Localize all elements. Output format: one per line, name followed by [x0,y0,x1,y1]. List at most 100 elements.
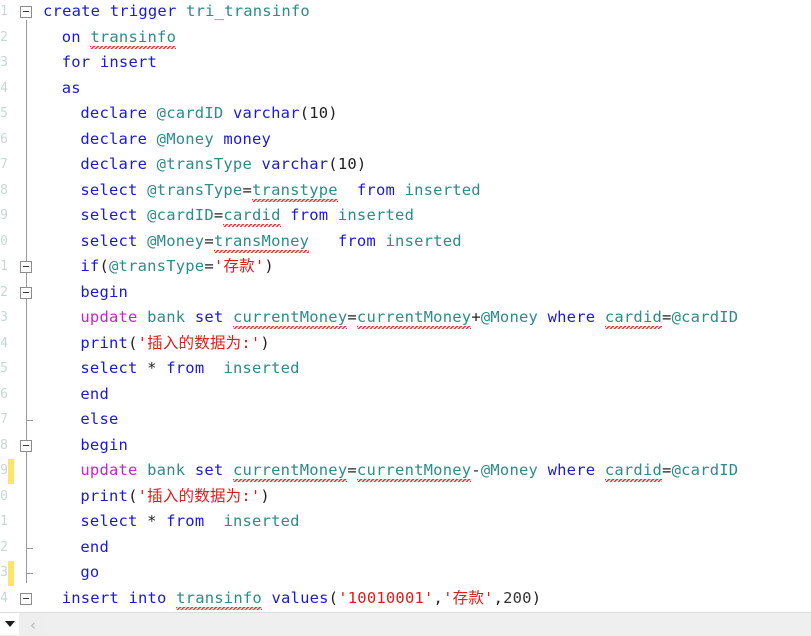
line-number: 21 [0,514,8,529]
code-token-unresolved: currentMoney [232,308,348,329]
line-number: 24 [0,590,8,606]
code-token: ) [531,588,542,607]
scroll-down-button[interactable] [0,613,19,635]
code-text-surface[interactable]: create trigger tri_transinfo on transinfo… [43,0,811,613]
code-token-unresolved: currentMoney [356,308,472,329]
code-line[interactable]: if(@transType='存款') [80,254,274,280]
code-token-unresolved: cardid [604,461,663,482]
code-token: ) [260,486,270,505]
code-line[interactable]: select @cardID=cardid from inserted [80,203,414,229]
code-line[interactable]: declare @Money money [80,127,271,153]
code-line[interactable]: go [80,560,99,586]
line-number: 13 [0,310,8,325]
code-token: @cardID [156,104,224,122]
code-line[interactable]: select @Money=transMoney from inserted [80,229,462,255]
code-token: '存款' [443,588,494,607]
line-number: 5 [0,106,8,121]
triangle-down-icon [4,621,15,627]
code-token: where [547,308,596,326]
code-token: = [242,180,253,199]
code-token: from [356,180,396,199]
fold-collapse-box[interactable] [20,286,32,299]
code-token: + [471,308,481,326]
code-token: inserted [385,231,462,250]
line-number: 14 [0,335,8,351]
code-token: '插入的数据为:' [137,333,261,352]
fold-collapse-box[interactable] [20,6,32,18]
line-number: 9 [0,208,8,223]
code-token: from [290,206,329,224]
code-line[interactable]: for insert [62,50,157,76]
fold-collapse-box[interactable] [20,592,32,605]
code-token: into [128,588,167,607]
code-line[interactable]: select * from inserted [80,509,299,535]
code-line[interactable]: select @transType=transtype from inserte… [80,178,481,204]
code-line[interactable]: print('插入的数据为:') [80,331,270,357]
code-line[interactable]: print('插入的数据为:') [80,484,270,510]
unsaved-change-marker [8,459,14,484]
code-token: select [80,512,138,530]
code-token: from [337,231,376,250]
code-token: * [147,512,157,530]
code-token: select [80,180,138,199]
code-token: update [80,308,138,326]
code-token: = [662,308,672,326]
code-token: if [80,257,100,275]
code-token: begin [80,282,129,301]
code-line[interactable]: update bank set currentMoney=currentMone… [80,458,738,484]
code-line[interactable]: end [80,535,109,561]
code-line[interactable]: end [80,382,109,408]
code-token: inserted [223,512,300,530]
code-folding-gutter[interactable] [15,0,43,613]
code-token-unresolved: transMoney [213,231,310,253]
code-line[interactable]: declare @transType varchar(10) [80,152,366,178]
code-line[interactable]: begin [80,280,128,306]
code-token-unresolved: transtype [252,180,338,202]
code-token: as [61,78,81,97]
code-token: = [204,257,214,275]
code-token: where [547,461,596,479]
code-line[interactable]: insert into transinfo values('10010001',… [62,586,542,612]
fold-collapse-box[interactable] [20,439,32,452]
code-token: from [166,359,205,377]
fold-end-tick [26,420,33,421]
code-token: = [347,308,357,326]
chevron-left-icon: ‹ [30,615,36,634]
code-line[interactable]: else [80,407,118,433]
line-number: 7 [0,157,8,172]
line-number: 16 [0,386,8,402]
code-token: select [80,231,138,250]
code-token: @transType [109,257,205,275]
code-line[interactable]: begin [80,433,128,459]
code-line[interactable]: create trigger tri_transinfo [43,0,310,25]
code-token: else [80,410,119,428]
code-token: inserted [223,359,300,377]
code-token-unresolved: currentMoney [232,461,348,482]
code-line[interactable]: update bank set currentMoney=currentMone… [80,305,738,331]
code-line[interactable]: as [62,76,81,102]
code-token: @Money [147,231,205,250]
code-line[interactable]: on transinfo [62,25,177,51]
fold-collapse-box[interactable] [20,261,32,273]
line-number: 17 [0,412,8,427]
scroll-left-button[interactable]: ‹ [24,614,42,635]
horizontal-scroll-track[interactable] [44,614,811,635]
code-token: update [80,461,138,479]
code-line[interactable]: select * from inserted [80,356,299,382]
code-token: set [194,461,224,479]
code-token: insert [61,588,119,607]
code-line[interactable]: declare @cardID varchar(10) [80,101,337,127]
code-token: end [80,537,109,556]
